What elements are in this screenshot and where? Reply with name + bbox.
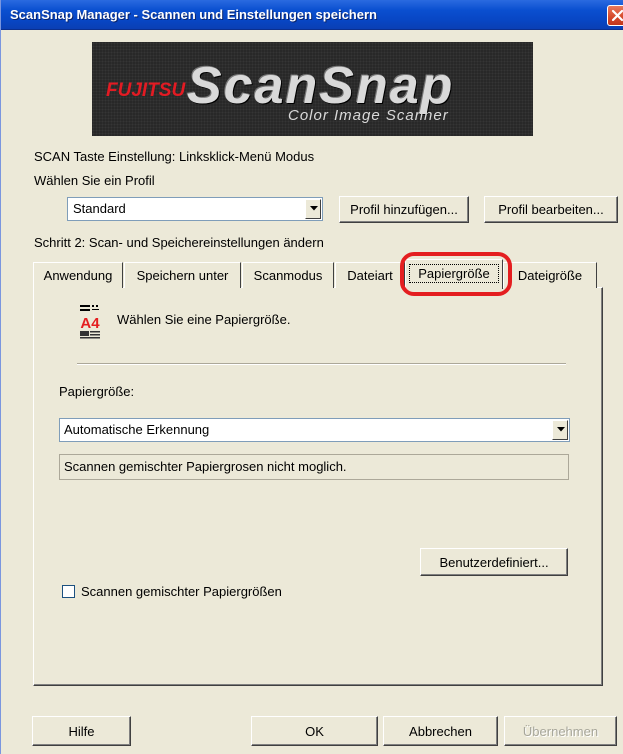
separator-line [77, 363, 566, 365]
tab-anwendung[interactable]: Anwendung [33, 262, 123, 288]
close-button[interactable] [607, 5, 623, 26]
tab-label: Speichern unter [136, 268, 229, 283]
window-title: ScanSnap Manager - Scannen und Einstellu… [10, 7, 377, 22]
mixed-paper-checkbox[interactable] [62, 585, 75, 598]
apply-label: Übernehmen [522, 724, 599, 739]
scan-button-setting-label: SCAN Taste Einstellung: Linksklick-Menü … [34, 149, 315, 164]
profile-select[interactable]: Standard [67, 197, 323, 221]
a4-icon-text: A4 [80, 315, 100, 332]
paper-size-select[interactable]: Automatische Erkennung [59, 418, 570, 442]
title-bar[interactable]: ScanSnap Manager - Scannen und Einstellu… [1, 0, 623, 30]
help-label: Hilfe [68, 724, 95, 739]
tab-strip: Anwendung Speichern unter Scanmodus Date… [33, 259, 603, 289]
custom-size-button[interactable]: Benutzerdefiniert... [420, 548, 568, 576]
profile-select-value: Standard [73, 201, 126, 216]
profile-label: Wählen Sie ein Profil [34, 173, 155, 188]
help-button[interactable]: Hilfe [32, 716, 131, 746]
ok-label: OK [305, 724, 324, 739]
banner-tagline: Color Image Scanner [288, 107, 449, 124]
tab-label: Dateigröße [517, 268, 583, 283]
edit-profile-button[interactable]: Profil bearbeiten... [484, 196, 618, 223]
add-profile-label: Profil hinzufügen... [350, 202, 458, 217]
edit-profile-label: Profil bearbeiten... [498, 202, 604, 217]
add-profile-button[interactable]: Profil hinzufügen... [339, 196, 469, 223]
step-label: Schritt 2: Scan- und Speichereinstellung… [34, 235, 324, 250]
paper-size-info-text: Scannen gemischter Papiergrosen nicht mo… [64, 459, 347, 474]
custom-size-label: Benutzerdefiniert... [439, 555, 549, 570]
ok-button[interactable]: OK [251, 716, 378, 746]
tab-label: Dateiart [347, 268, 393, 283]
profile-dropdown-button[interactable] [305, 199, 321, 219]
tab-dateigroesse[interactable]: Dateigröße [503, 262, 597, 288]
chevron-down-icon [310, 206, 318, 211]
tab-label: Anwendung [43, 268, 113, 283]
tab-speichern-unter[interactable]: Speichern unter [124, 262, 241, 288]
cancel-button[interactable]: Abbrechen [383, 716, 498, 746]
close-icon [611, 9, 623, 22]
tab-scanmodus[interactable]: Scanmodus [242, 262, 334, 288]
paper-size-label: Papiergröße: [59, 384, 135, 399]
apply-button[interactable]: Übernehmen [504, 716, 617, 746]
cancel-label: Abbrechen [409, 724, 472, 739]
tab-label: Scanmodus [253, 268, 323, 283]
tab-panel-papiergroesse [33, 287, 603, 686]
dialog-window: ScanSnap Manager - Scannen und Einstellu… [0, 0, 623, 754]
fujitsu-logo: FUJITSU [106, 80, 186, 101]
highlight-annotation [400, 252, 512, 296]
scansnap-banner: FUJITSU ScanSnap Color Image Scanner [92, 42, 533, 136]
paper-size-a4-icon: A4 [80, 305, 100, 339]
tab-dateiart[interactable]: Dateiart [335, 262, 405, 288]
paper-size-select-value: Automatische Erkennung [64, 422, 210, 437]
paper-size-dropdown-button[interactable] [552, 420, 568, 440]
mixed-paper-checkbox-label[interactable]: Scannen gemischter Papiergrößen [81, 584, 282, 599]
paper-size-info-box: Scannen gemischter Papiergrosen nicht mo… [59, 454, 569, 480]
paper-size-instruction: Wählen Sie eine Papiergröße. [117, 312, 291, 327]
chevron-down-icon [557, 427, 565, 432]
